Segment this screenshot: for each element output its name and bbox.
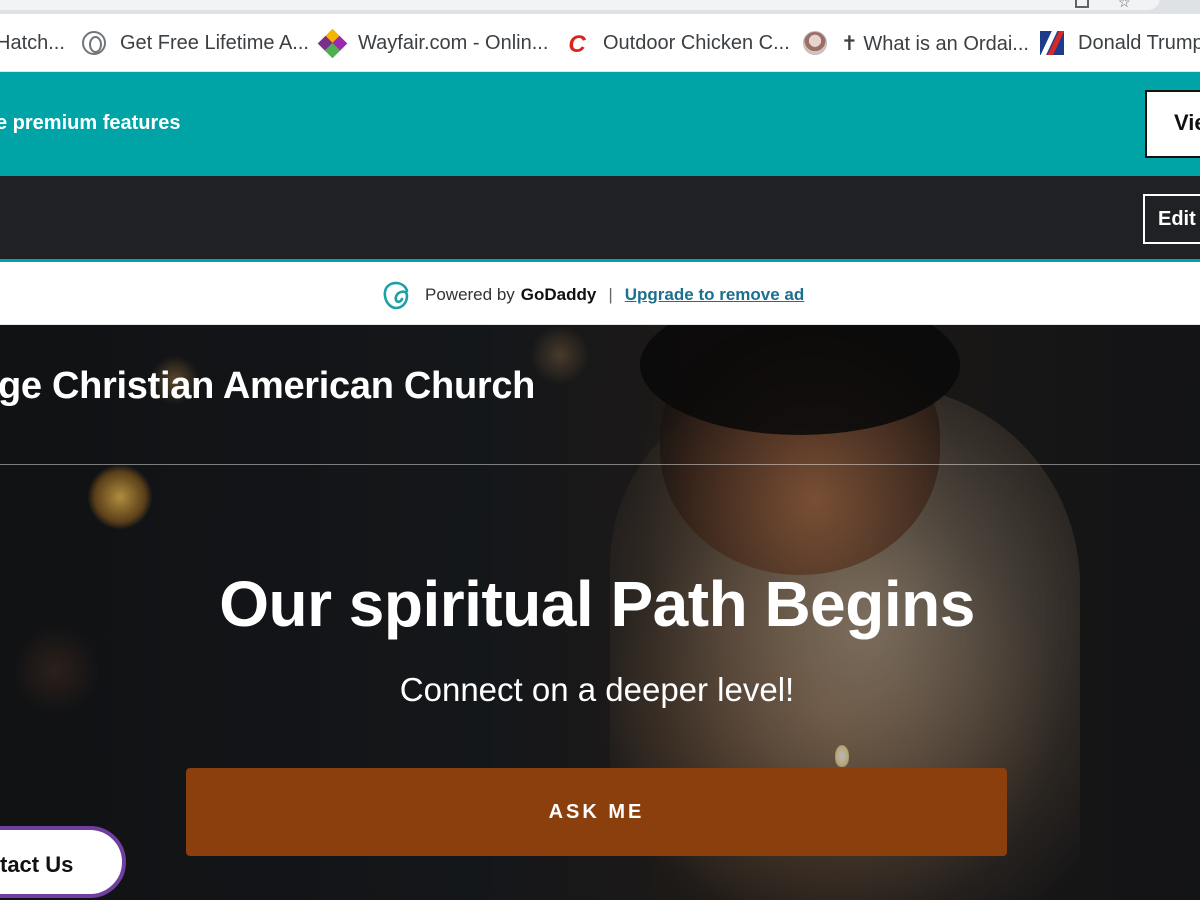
trump-flag-icon	[1040, 31, 1064, 55]
edit-site-button[interactable]: Edit	[1143, 194, 1200, 244]
editor-bar: Edit	[0, 176, 1200, 262]
bookmark-label: Get Free Lifetime A...	[120, 31, 309, 54]
chicken-coop-icon: C	[568, 31, 586, 58]
view-plans-button[interactable]: Vie	[1145, 90, 1200, 158]
bookmark-label: ✝ What is an Ordai...	[841, 32, 1029, 55]
bookmark-item[interactable]: Wayfair.com - Onlin...	[317, 28, 549, 59]
bookmark-item[interactable]: Donald Trump	[1040, 28, 1200, 58]
premium-banner: e premium features Vie	[0, 72, 1200, 176]
contact-us-button[interactable]: tact Us	[0, 826, 126, 898]
globe-icon	[82, 31, 106, 55]
bookmark-item[interactable]: Hatch...	[0, 28, 65, 58]
header-divider	[0, 464, 1200, 465]
share-icon[interactable]	[1075, 0, 1089, 8]
hero-heading: Our spiritual Path Begins	[219, 568, 975, 640]
bookmark-item[interactable]: ✝ What is an Ordai...	[803, 28, 1029, 58]
divider: |	[608, 285, 613, 304]
godaddy-logo-icon	[383, 281, 409, 310]
hero-subheading: Connect on a deeper level!	[399, 671, 795, 708]
premium-banner-text: e premium features	[0, 112, 181, 134]
godaddy-brand-text: GoDaddy	[520, 285, 597, 304]
godaddy-ad-strip: Powered by GoDaddy | Upgrade to remove a…	[0, 265, 1200, 325]
bookmark-item[interactable]: Get Free Lifetime A...	[82, 28, 309, 58]
browser-address-strip: ☆	[0, 0, 1200, 14]
upgrade-link[interactable]: Upgrade to remove ad	[625, 285, 805, 305]
ask-me-button[interactable]: ASK ME	[186, 768, 1007, 856]
site-title[interactable]: ge Christian American Church	[0, 365, 535, 408]
hero-section: ge Christian American Church Our spiritu…	[0, 325, 1200, 900]
bookmarks-bar: Hatch... Get Free Lifetime A... Wayfair.…	[0, 14, 1200, 72]
bookmark-label: Wayfair.com - Onlin...	[358, 31, 549, 54]
address-bar[interactable]	[0, 0, 1160, 10]
bookmark-label: Outdoor Chicken C...	[603, 31, 790, 54]
bookmark-star-icon[interactable]: ☆	[1118, 0, 1131, 11]
bookmark-item[interactable]: C Outdoor Chicken C...	[565, 28, 790, 58]
wayfair-icon	[317, 28, 348, 59]
bookmark-label: Hatch...	[0, 31, 65, 54]
powered-by-text: Powered by	[425, 285, 515, 304]
bookmark-label: Donald Trump	[1078, 31, 1200, 54]
ordained-icon	[803, 31, 827, 55]
